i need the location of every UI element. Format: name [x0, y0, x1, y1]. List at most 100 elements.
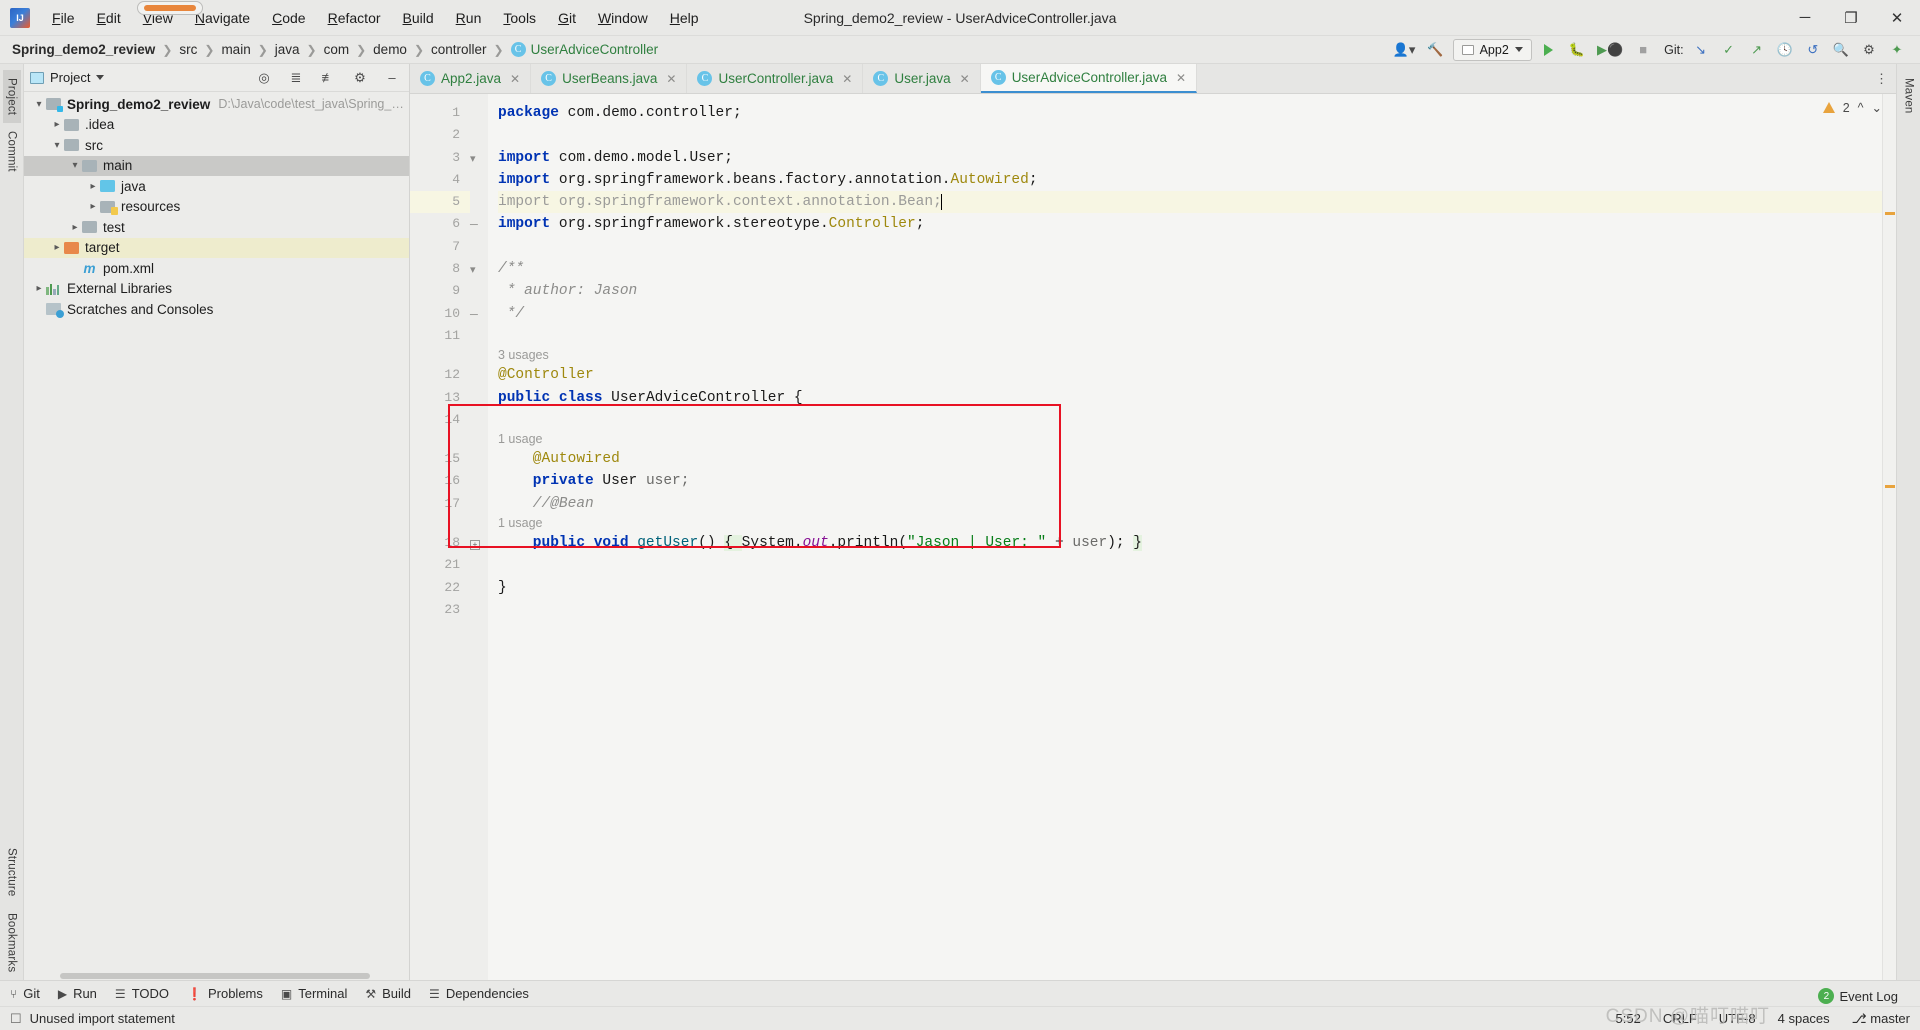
fold-marker-slot[interactable]: ▾ — [470, 147, 488, 169]
project-horizontal-scrollbar[interactable] — [24, 972, 409, 980]
editor-tab-bar[interactable]: C App2.java ✕ C UserBeans.java ✕ C UserControll… — [410, 64, 1896, 94]
inspection-widget[interactable]: 2 ^ ⌄ — [1822, 100, 1882, 115]
fold-marker-slot[interactable] — [470, 470, 488, 492]
indent-setting[interactable]: 4 spaces — [1778, 1011, 1830, 1026]
code-line[interactable]: package com.demo.controller; — [498, 102, 1882, 124]
tree-node-scratches-and-consoles[interactable]: Scratches and Consoles — [24, 299, 409, 320]
fold-marker-slot[interactable]: ─ — [470, 213, 488, 235]
line-number[interactable]: 1 — [410, 102, 470, 124]
code-line[interactable] — [498, 124, 1882, 146]
fold-marker-slot[interactable] — [470, 280, 488, 302]
fold-marker-slot[interactable]: ▾ — [470, 258, 488, 280]
code-line[interactable]: */ — [498, 303, 1882, 325]
build-hammer-icon[interactable]: 🔨 — [1424, 39, 1446, 61]
close-tab-icon[interactable]: ✕ — [960, 72, 970, 86]
run-button[interactable] — [1538, 39, 1560, 61]
code-line[interactable]: import org.springframework.beans.factory… — [498, 169, 1882, 191]
breadcrumb-demo[interactable]: demo — [369, 40, 411, 59]
maximize-button[interactable]: ❐ — [1828, 0, 1874, 36]
line-number[interactable]: 12 — [410, 364, 470, 386]
line-number[interactable]: 5 — [410, 191, 470, 214]
event-log-widget[interactable]: 2 Event Log — [1818, 988, 1898, 1004]
code-line[interactable]: public void getUser() { System.out.print… — [498, 532, 1882, 554]
fold-marker-slot[interactable] — [470, 191, 488, 213]
run-configuration-selector[interactable]: App2 — [1452, 38, 1532, 61]
tree-expand-arrow[interactable] — [50, 242, 64, 253]
settings-gear-icon[interactable]: ⚙ — [349, 67, 371, 89]
line-number[interactable]: 4 — [410, 169, 470, 191]
fold-marker-slot[interactable] — [470, 102, 488, 124]
debug-button[interactable]: 🐛 — [1566, 39, 1588, 61]
warning-marker[interactable] — [1885, 212, 1895, 215]
close-tab-icon[interactable]: ✕ — [1176, 71, 1186, 85]
editor-tabs-options[interactable]: ⋮ — [1867, 64, 1896, 93]
gutter-spacer[interactable] — [410, 347, 470, 364]
menu-item-help[interactable]: Help — [660, 6, 709, 30]
breadcrumb-main[interactable]: main — [217, 40, 254, 59]
menu-item-edit[interactable]: Edit — [87, 6, 131, 30]
git-update-icon[interactable]: ↘ — [1690, 39, 1712, 61]
bottom-tab-git[interactable]: ⑂ Git — [10, 986, 40, 1001]
code-line[interactable]: import org.springframework.stereotype.Co… — [498, 213, 1882, 235]
code-content[interactable]: package com.demo.controller; import com.… — [488, 94, 1882, 980]
fold-marker-slot[interactable] — [470, 387, 488, 409]
editor-tab-userbeans-java[interactable]: C UserBeans.java ✕ — [531, 64, 688, 93]
expand-all-icon[interactable]: ≣ — [285, 67, 307, 89]
rail-button-maven[interactable]: Maven — [1900, 70, 1918, 122]
line-number[interactable]: 21 — [410, 554, 470, 576]
usage-hint[interactable]: 1 usage — [498, 431, 1882, 448]
fold-marker-slot[interactable] — [470, 515, 488, 532]
fold-marker-slot[interactable] — [470, 577, 488, 599]
git-commit-icon[interactable]: ✓ — [1718, 39, 1740, 61]
code-line[interactable]: * author: Jason — [498, 280, 1882, 302]
code-line[interactable]: //@Bean — [498, 493, 1882, 515]
menu-item-window[interactable]: Window — [588, 6, 658, 30]
bottom-tab-todo[interactable]: ☰ TODO — [115, 986, 169, 1001]
line-separator[interactable]: CRLF — [1663, 1011, 1697, 1026]
code-line[interactable] — [498, 554, 1882, 576]
tree-expand-arrow[interactable] — [50, 140, 64, 151]
plugin-icon[interactable]: ✦ — [1886, 39, 1908, 61]
settings-gear-icon[interactable]: ⚙ — [1858, 39, 1880, 61]
line-number[interactable]: 17 — [410, 493, 470, 515]
fold-marker-slot[interactable] — [470, 124, 488, 146]
tree-node-test[interactable]: test — [24, 217, 409, 238]
fold-marker-slot[interactable] — [470, 236, 488, 258]
undo-icon[interactable]: ↺ — [1802, 39, 1824, 61]
editor-tab-user-java[interactable]: C User.java ✕ — [863, 64, 981, 93]
gutter-spacer[interactable] — [410, 515, 470, 532]
line-number[interactable]: 15 — [410, 448, 470, 470]
breadcrumb-class[interactable]: C UserAdviceController — [507, 40, 663, 59]
code-line[interactable]: import com.demo.model.User; — [498, 147, 1882, 169]
fold-region-end-icon[interactable]: ─ — [470, 309, 478, 321]
usage-hint[interactable]: 1 usage — [498, 515, 1882, 532]
rail-button-project[interactable]: Project — [2, 70, 21, 124]
menu-item-file[interactable]: File — [42, 6, 85, 30]
warning-marker[interactable] — [1885, 485, 1895, 488]
rail-button-bookmarks[interactable]: Bookmarks — [3, 905, 21, 980]
stop-button[interactable]: ■ — [1632, 39, 1654, 61]
search-icon[interactable]: 🔍 — [1830, 39, 1852, 61]
breadcrumb-com[interactable]: com — [320, 40, 354, 59]
tree-node-target[interactable]: target — [24, 237, 409, 258]
menu-item-git[interactable]: Git — [548, 6, 586, 30]
line-number[interactable]: 6 — [410, 213, 470, 235]
bottom-tool-window-bar[interactable]: ⑂ Git ▶ Run ☰ TODO ❗ Problems ▣ Terminal ⚒ Build ☰ De… — [0, 980, 1920, 1006]
close-tab-icon[interactable]: ✕ — [666, 72, 676, 86]
code-line[interactable]: private User user; — [498, 470, 1882, 492]
tree-expand-arrow[interactable] — [68, 160, 82, 171]
line-number[interactable]: 2 — [410, 124, 470, 146]
bottom-tab-problems[interactable]: ❗ Problems — [187, 986, 263, 1001]
line-number[interactable]: 7 — [410, 236, 470, 258]
tree-node-src[interactable]: src — [24, 135, 409, 156]
close-tab-icon[interactable]: ✕ — [510, 72, 520, 86]
menu-item-build[interactable]: Build — [393, 6, 444, 30]
fold-marker-slot[interactable] — [470, 599, 488, 621]
tree-expand-arrow[interactable] — [32, 99, 46, 110]
minimize-button[interactable]: ─ — [1782, 0, 1828, 36]
editor-tab-app2-java[interactable]: C App2.java ✕ — [410, 64, 532, 93]
tree-node-java[interactable]: java — [24, 176, 409, 197]
expand-fold-icon[interactable]: + — [470, 540, 480, 551]
run-with-coverage-button[interactable]: ▶⚫ — [1594, 39, 1626, 61]
fold-marker-slot[interactable] — [470, 493, 488, 515]
